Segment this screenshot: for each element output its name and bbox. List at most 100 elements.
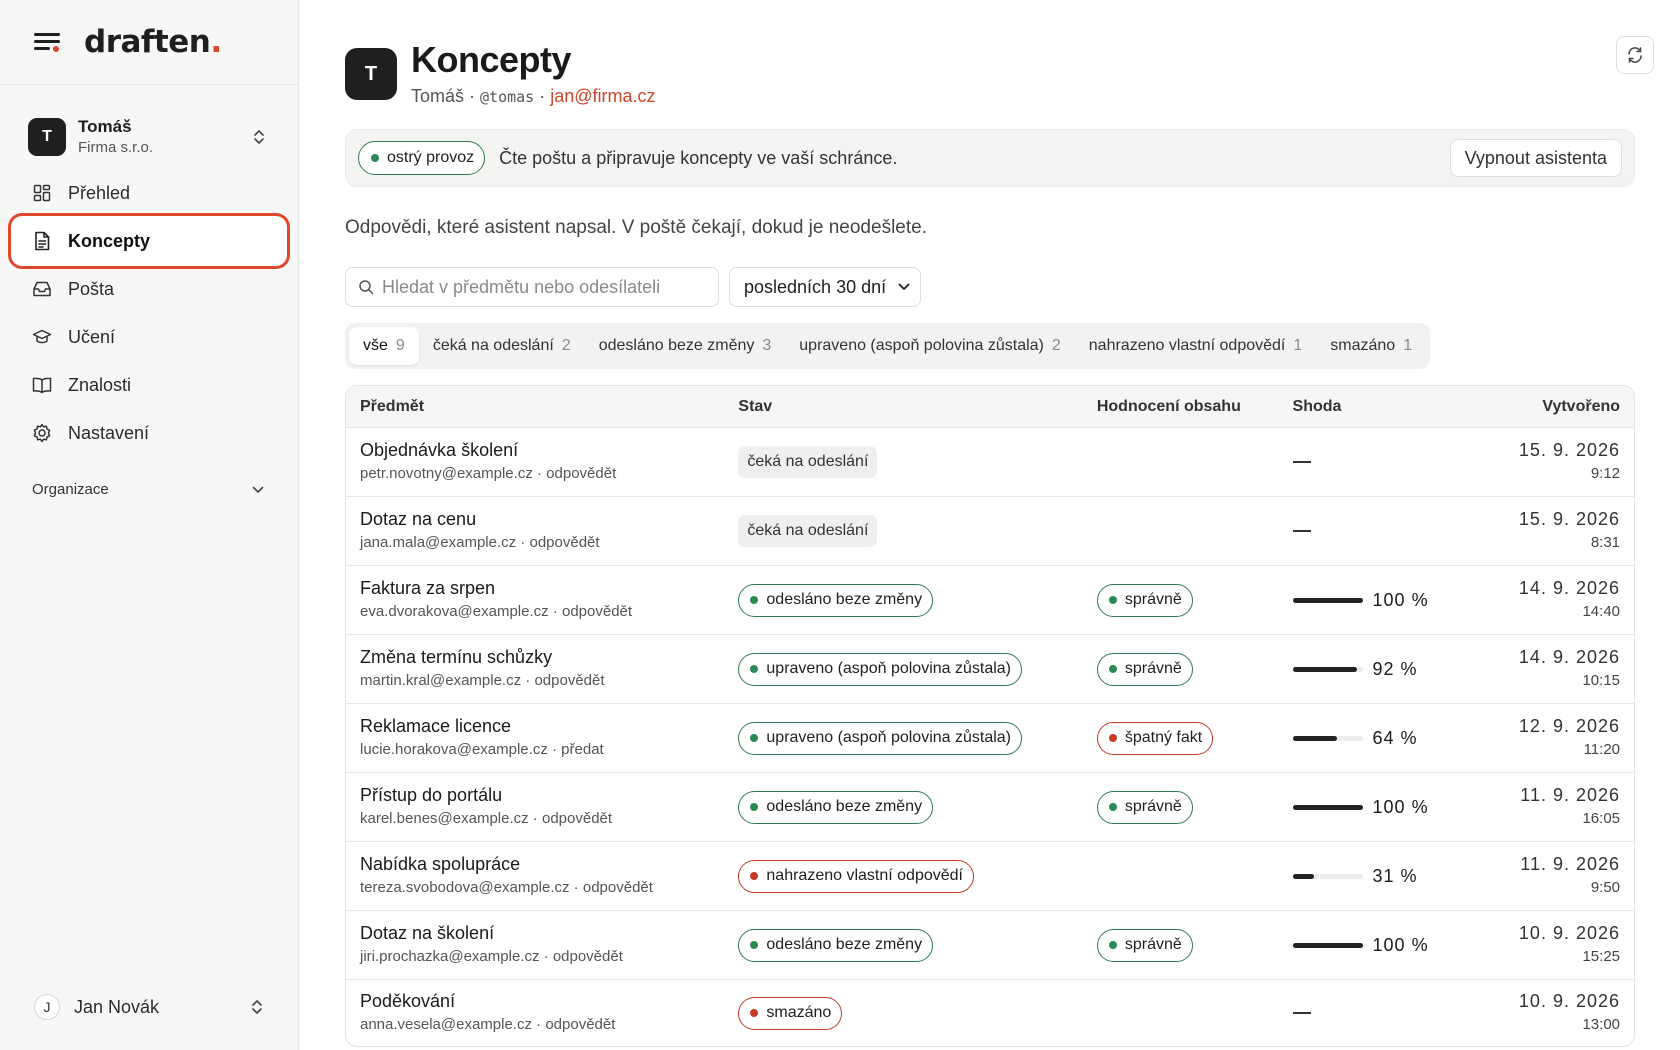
tab-waiting[interactable]: čeká na odeslání 2 — [419, 327, 585, 365]
tab-edited[interactable]: upraveno (aspoň polovina zůstala) 2 — [785, 327, 1075, 365]
organization-section-toggle[interactable]: Organizace — [32, 481, 264, 498]
search-input[interactable] — [382, 276, 702, 298]
row-time: 13:00 — [1582, 1016, 1621, 1033]
profile-name: Tomáš — [411, 86, 465, 106]
match-indicator: 64 % — [1292, 728, 1489, 749]
table-row[interactable]: Dotaz na školení jiri.prochazka@example.… — [346, 911, 1634, 980]
match-indicator: 100 % — [1292, 590, 1489, 611]
account-switcher[interactable]: T Tomáš Firma s.r.o. — [28, 115, 278, 159]
column-header-created[interactable]: Vytvořeno — [1488, 398, 1634, 416]
menu-icon[interactable] — [34, 32, 60, 52]
book-icon — [32, 375, 52, 395]
status-dot — [1108, 803, 1117, 811]
column-header-state[interactable]: Stav — [738, 398, 1096, 416]
row-time: 16:05 — [1582, 810, 1621, 827]
row-date: 14. 9. 2026 — [1518, 578, 1621, 598]
sidebar-item-posta[interactable]: Pošta — [14, 267, 284, 311]
status-text: Čte poštu a připravuje koncepty ve vaší … — [499, 147, 898, 168]
table-row[interactable]: Reklamace licence lucie.horakova@example… — [346, 704, 1634, 773]
sidebar-item-label: Učení — [68, 326, 116, 347]
rating-badge: správně — [1096, 790, 1193, 824]
tab-deleted[interactable]: smazáno 1 — [1316, 327, 1426, 365]
row-time: 9:12 — [1590, 465, 1621, 482]
tab-count: 2 — [561, 337, 571, 354]
tab-all[interactable]: vše 9 — [349, 327, 419, 365]
table-row[interactable]: Přístup do portálu karel.benes@example.c… — [346, 773, 1634, 842]
table-row[interactable]: Změna termínu schůzky martin.kral@exampl… — [346, 635, 1634, 704]
disable-assistant-button[interactable]: Vypnout asistenta — [1449, 139, 1622, 177]
match-percent: 92 % — [1372, 658, 1418, 679]
row-subject[interactable]: Nabídka spolupráce — [360, 853, 738, 875]
match-bar-fill — [1292, 942, 1363, 948]
row-meta: karel.benes@example.cz · odpovědět — [360, 810, 613, 827]
sidebar-item-nastaveni[interactable]: Nastavení — [14, 411, 284, 455]
column-header-rating[interactable]: Hodnocení obsahu — [1097, 398, 1293, 416]
tab-sent-unchanged[interactable]: odesláno beze změny 3 — [585, 327, 786, 365]
row-meta: anna.vesela@example.cz · odpovědět — [360, 1016, 616, 1033]
row-action: odpovědět — [546, 465, 617, 482]
state-badge: odesláno beze změny — [738, 583, 934, 617]
period-select-value: posledních 30 dní — [744, 276, 887, 297]
sidebar-item-uceni[interactable]: Učení — [14, 315, 284, 359]
table-row[interactable]: Poděkování anna.vesela@example.cz · odpo… — [346, 980, 1634, 1046]
row-meta: tereza.svobodova@example.cz · odpovědět — [360, 879, 653, 896]
user-avatar: J — [34, 994, 60, 1020]
status-dot — [1108, 596, 1117, 604]
logo[interactable]: draften. — [84, 24, 222, 60]
row-meta: martin.kral@example.cz · odpovědět — [360, 672, 605, 689]
row-time: 15:25 — [1582, 948, 1621, 965]
profile-email[interactable]: jan@firma.cz — [550, 86, 655, 106]
table-row[interactable]: Nabídka spolupráce tereza.svobodova@exam… — [346, 842, 1634, 911]
row-subject[interactable]: Objednávka školení — [360, 439, 738, 461]
row-subject[interactable]: Dotaz na školení — [360, 922, 738, 944]
row-subject[interactable]: Dotaz na cenu — [360, 508, 738, 530]
row-date: 14. 9. 2026 — [1518, 647, 1621, 667]
status-dot — [750, 803, 759, 811]
sidebar-item-label: Znalosti — [68, 374, 132, 395]
tab-count: 2 — [1051, 337, 1061, 354]
row-date: 12. 9. 2026 — [1518, 716, 1621, 736]
row-action: odpovědět — [562, 603, 633, 620]
row-meta: lucie.horakova@example.cz · předat — [360, 741, 604, 758]
table-row[interactable]: Objednávka školení petr.novotny@example.… — [346, 428, 1634, 497]
user-menu[interactable]: J Jan Novák — [34, 990, 264, 1024]
row-meta: jiri.prochazka@example.cz · odpovědět — [360, 948, 623, 965]
grid-icon — [32, 183, 52, 203]
row-sender: anna.vesela@example.cz — [360, 1016, 532, 1033]
row-time: 11:20 — [1583, 741, 1621, 758]
search-box[interactable] — [345, 267, 719, 307]
tab-replaced[interactable]: nahrazeno vlastní odpovědí 1 — [1075, 327, 1317, 365]
state-badge: smazáno — [738, 996, 843, 1030]
column-header-subject[interactable]: Předmět — [346, 398, 738, 416]
chevron-up-down-icon — [254, 130, 264, 144]
sidebar-item-koncepty[interactable]: Koncepty — [14, 219, 284, 263]
refresh-icon — [1628, 47, 1642, 63]
status-dot — [750, 596, 759, 604]
column-header-match[interactable]: Shoda — [1293, 398, 1489, 416]
row-subject[interactable]: Přístup do portálu — [360, 784, 738, 806]
row-subject[interactable]: Reklamace licence — [360, 715, 738, 737]
sidebar-item-znalosti[interactable]: Znalosti — [14, 363, 284, 407]
sidebar-nav: Přehled Koncepty Pošta Učení Znalosti Na… — [0, 171, 298, 455]
row-sender: tereza.svobodova@example.cz — [360, 879, 570, 896]
sidebar-item-prehled[interactable]: Přehled — [14, 171, 284, 215]
main-content: T Koncepty Tomáš · @tomas · jan@firma.cz… — [299, 0, 1680, 1050]
row-sender: martin.kral@example.cz — [360, 672, 522, 689]
match-indicator: 92 % — [1292, 658, 1489, 680]
match-percent: 31 % — [1372, 865, 1418, 886]
table-row[interactable]: Faktura za srpen eva.dvorakova@example.c… — [346, 566, 1634, 635]
row-sender: eva.dvorakova@example.cz — [360, 603, 549, 620]
row-subject[interactable]: Faktura za srpen — [360, 577, 738, 599]
match-bar-fill — [1292, 873, 1315, 879]
row-time: 10:15 — [1582, 672, 1621, 689]
row-subject[interactable]: Změna termínu schůzky — [360, 646, 738, 668]
search-icon — [359, 280, 374, 295]
table-row[interactable]: Dotaz na cenu jana.mala@example.cz · odp… — [346, 497, 1634, 566]
row-date: 11. 9. 2026 — [1520, 785, 1621, 805]
page-header: T Koncepty Tomáš · @tomas · jan@firma.cz — [345, 40, 1654, 107]
page-title: Koncepty — [411, 39, 572, 80]
period-select[interactable]: posledních 30 dní — [729, 267, 922, 307]
row-subject[interactable]: Poděkování — [360, 990, 738, 1012]
refresh-button[interactable] — [1616, 36, 1654, 74]
match-bar — [1292, 873, 1363, 879]
